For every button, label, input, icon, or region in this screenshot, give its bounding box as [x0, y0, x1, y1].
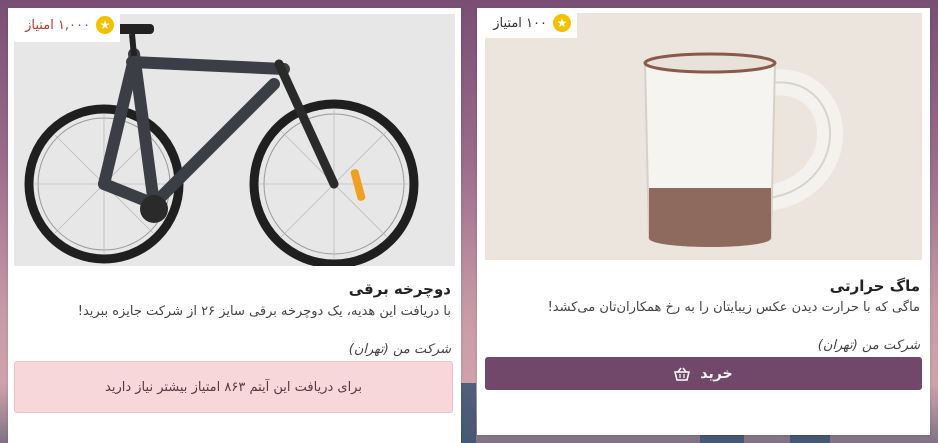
reward-description: با دریافت این هدیه، یک دوچرخه برقی سایز …	[77, 304, 451, 319]
buy-button[interactable]: خرید	[485, 357, 922, 390]
points-value: ۱,۰۰۰ امتیاز	[25, 17, 90, 33]
company-name: شرکت من (تهران)	[348, 342, 451, 357]
basket-icon	[674, 367, 691, 381]
reward-title: ماگ حرارتی	[829, 277, 920, 295]
mug-image	[485, 13, 922, 260]
points-badge: ★ ۱,۰۰۰ امتیاز	[8, 8, 120, 42]
company-name: شرکت من (تهران)	[817, 338, 920, 353]
bike-image	[14, 14, 455, 266]
buy-button-label: خرید	[700, 365, 733, 382]
insufficient-points-alert: برای دریافت این آیتم ۸۶۳ امتیاز بیشتر نی…	[14, 361, 453, 413]
points-badge: ★ ۱۰۰ امتیاز	[477, 8, 577, 38]
points-value: ۱۰۰ امتیاز	[493, 15, 547, 31]
star-icon: ★	[553, 14, 571, 32]
reward-description: ماگی که با حرارت دیدن عکس زیبایتان را به…	[547, 300, 920, 315]
reward-title: دوچرخه برقی	[348, 280, 451, 298]
reward-card-mug[interactable]: ★ ۱۰۰ امتیاز ماگ حرارتی ماگی که با حرارت…	[477, 8, 930, 435]
star-icon: ★	[96, 16, 114, 34]
reward-card-bike[interactable]: ★ ۱,۰۰۰ امتیاز دوچرخه برقی با دریافت این…	[8, 8, 461, 443]
